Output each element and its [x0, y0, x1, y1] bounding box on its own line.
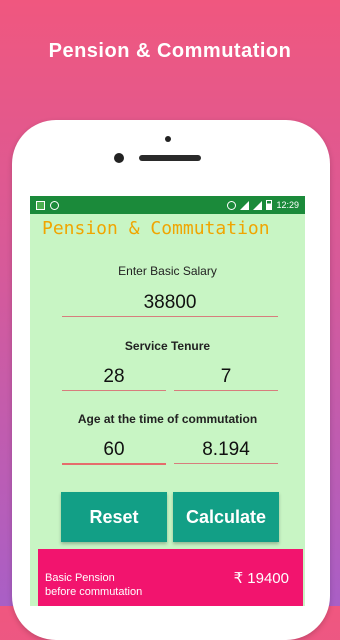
hotspot-icon — [227, 200, 237, 210]
result-label-line1: Basic Pension — [45, 572, 115, 584]
battery-icon — [266, 200, 273, 210]
app-screen: 12:29 Pension & Commutation Enter Basic … — [30, 196, 305, 606]
basic-pension-value: ₹ 19400 — [233, 570, 289, 587]
service-tenure-label: Service Tenure — [124, 339, 211, 353]
service-months-input[interactable]: 7 — [174, 364, 278, 391]
result-label-line2: before commutation — [45, 586, 143, 598]
phone-sensor — [165, 136, 171, 142]
basic-salary-input[interactable]: 38800 — [62, 290, 278, 317]
wifi-signal-icon — [240, 200, 250, 210]
promo-title: Pension & Commutation — [48, 40, 292, 62]
reset-button[interactable]: Reset — [61, 492, 167, 542]
age-input[interactable]: 60 — [62, 437, 166, 465]
commutation-factor-field[interactable]: 8.194 — [174, 437, 278, 464]
cell-signal-icon — [253, 200, 263, 210]
status-time: 12:29 — [276, 200, 299, 210]
calculate-button[interactable]: Calculate — [173, 492, 279, 542]
image-notification-icon — [36, 200, 45, 210]
basic-salary-label: Enter Basic Salary — [118, 264, 217, 278]
service-years-input[interactable]: 28 — [62, 364, 166, 391]
age-label: Age at the time of commutation — [77, 412, 258, 426]
result-card: Basic Pension before commutation ₹ 19400 — [38, 549, 303, 606]
result-label: Basic Pension before commutation — [45, 571, 142, 599]
status-bar: 12:29 — [30, 196, 305, 214]
sync-notification-icon — [50, 200, 59, 210]
phone-camera — [114, 153, 124, 163]
phone-speaker — [139, 155, 201, 161]
app-title: Pension & Commutation — [42, 218, 270, 239]
